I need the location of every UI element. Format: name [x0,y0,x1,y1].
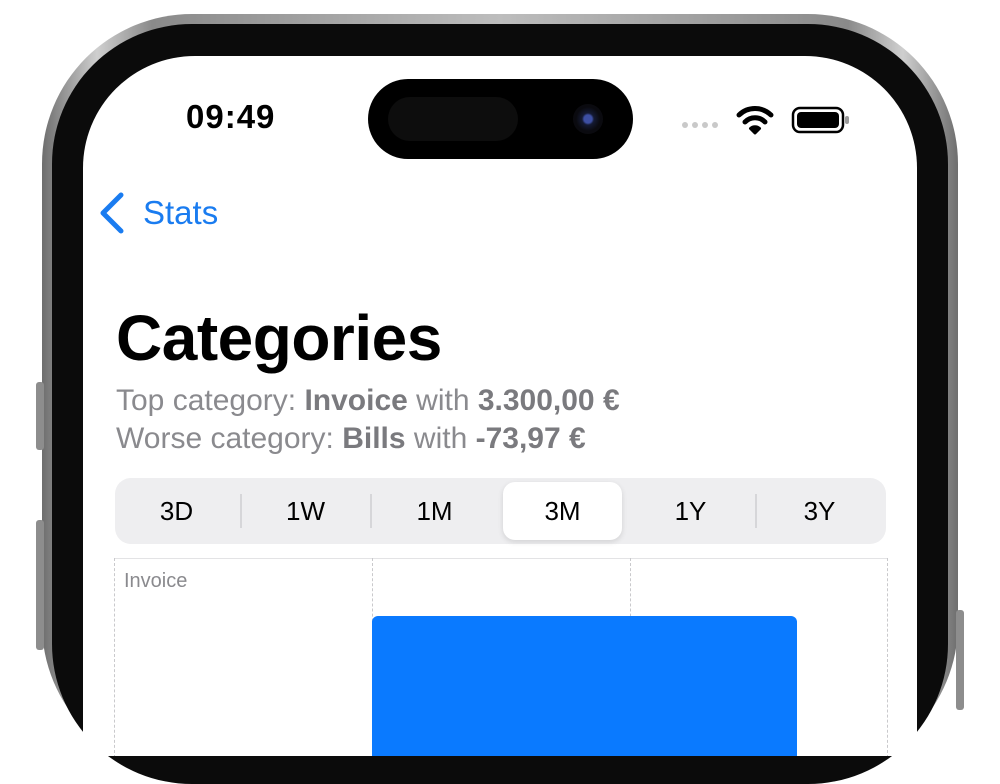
chart-bar-invoice [372,616,797,756]
worse-category-amount: -73,97 € [475,422,586,455]
status-time: 09:49 [186,98,276,135]
chart-category-label: Invoice [124,570,188,592]
segment-3y[interactable]: 3Y [760,482,879,540]
battery-icon [791,106,849,134]
worse-category-name: Bills [342,422,406,455]
wifi-icon [736,106,774,135]
screen: 09:49 Stats Categories Top category: Inv… [83,56,917,756]
segment-3d[interactable]: 3D [117,482,236,540]
island-sensor [388,97,518,141]
camera-icon [573,104,603,134]
dynamic-island [368,79,633,159]
worse-category-summary: Worse category: Bills with -73,97 € [116,422,586,456]
time-range-segmented-control: 3D 1W 1M 3M 1Y 3Y [115,478,886,544]
top-category-name: Invoice [304,384,408,417]
page-title: Categories [116,302,442,374]
back-button-label: Stats [143,194,219,231]
top-category-with: with [407,384,478,417]
segment-1m[interactable]: 1M [375,482,494,540]
chevron-left-icon [100,192,124,234]
segment-divider [370,494,372,528]
side-button-action [36,382,44,450]
side-button-power [956,610,964,710]
chart-gridline [887,558,888,756]
segment-divider [755,494,757,528]
top-category-prefix: Top category: [116,384,305,417]
top-category-amount: 3.300,00 € [477,384,620,417]
chart-gridline [114,558,115,756]
segment-1w[interactable]: 1W [246,482,365,540]
segment-divider [240,494,242,528]
side-button-volume-up [36,520,44,650]
category-chart: Invoice [114,558,888,756]
top-category-summary: Top category: Invoice with 3.300,00 € [116,384,620,418]
segment-1y[interactable]: 1Y [631,482,750,540]
chart-top-gridline [114,558,888,559]
worse-category-with: with [405,422,476,455]
signal-dots-icon [682,122,718,128]
back-button[interactable]: Stats [97,191,218,235]
segment-3m[interactable]: 3M [503,482,622,540]
worse-category-prefix: Worse category: [116,422,343,455]
